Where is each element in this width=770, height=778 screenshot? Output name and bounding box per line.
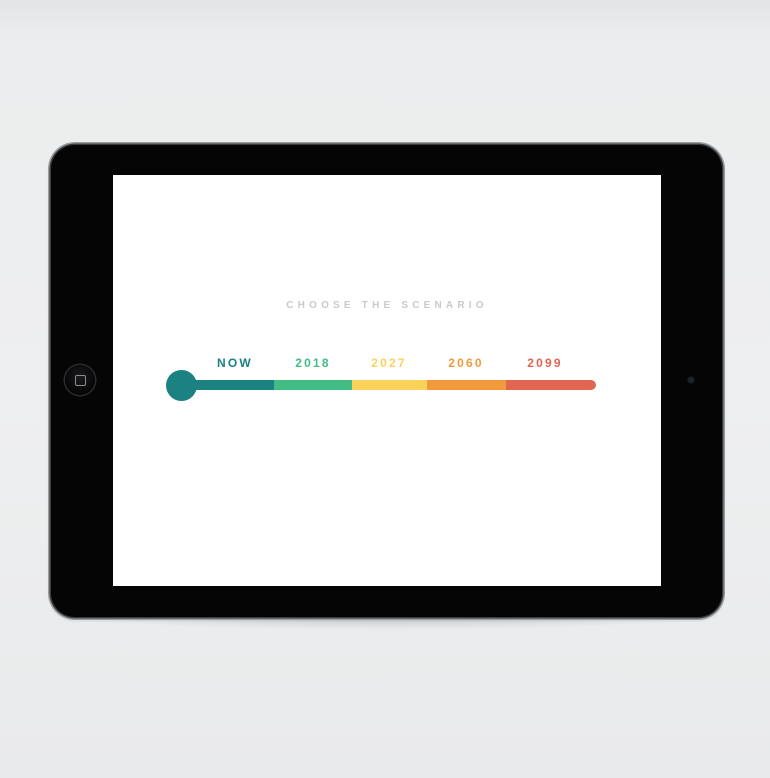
track-segment-2018[interactable] (274, 380, 352, 390)
scenario-label-now[interactable]: NOW (217, 356, 253, 370)
front-camera-icon (688, 377, 694, 383)
scenario-label-2027[interactable]: 2027 (371, 356, 407, 370)
home-square-icon (74, 374, 86, 386)
tablet-device: CHOOSE THE SCENARIO NOW 2018 2027 2060 2… (51, 145, 722, 617)
track-segment-2027[interactable] (352, 380, 427, 390)
scenario-slider-track[interactable] (181, 380, 596, 390)
track-segment-2060[interactable] (427, 380, 506, 390)
scenario-label-2018[interactable]: 2018 (295, 356, 331, 370)
scenario-label-2060[interactable]: 2060 (448, 356, 484, 370)
scenario-label-2099[interactable]: 2099 (527, 356, 563, 370)
slider-handle[interactable] (166, 370, 197, 401)
track-segment-2099[interactable] (506, 380, 596, 390)
home-button[interactable] (65, 365, 95, 395)
background: CHOOSE THE SCENARIO NOW 2018 2027 2060 2… (0, 0, 770, 778)
scenario-labels: NOW 2018 2027 2060 2099 (113, 356, 661, 372)
tablet-screen: CHOOSE THE SCENARIO NOW 2018 2027 2060 2… (113, 175, 661, 586)
scenario-heading: CHOOSE THE SCENARIO (286, 300, 488, 311)
